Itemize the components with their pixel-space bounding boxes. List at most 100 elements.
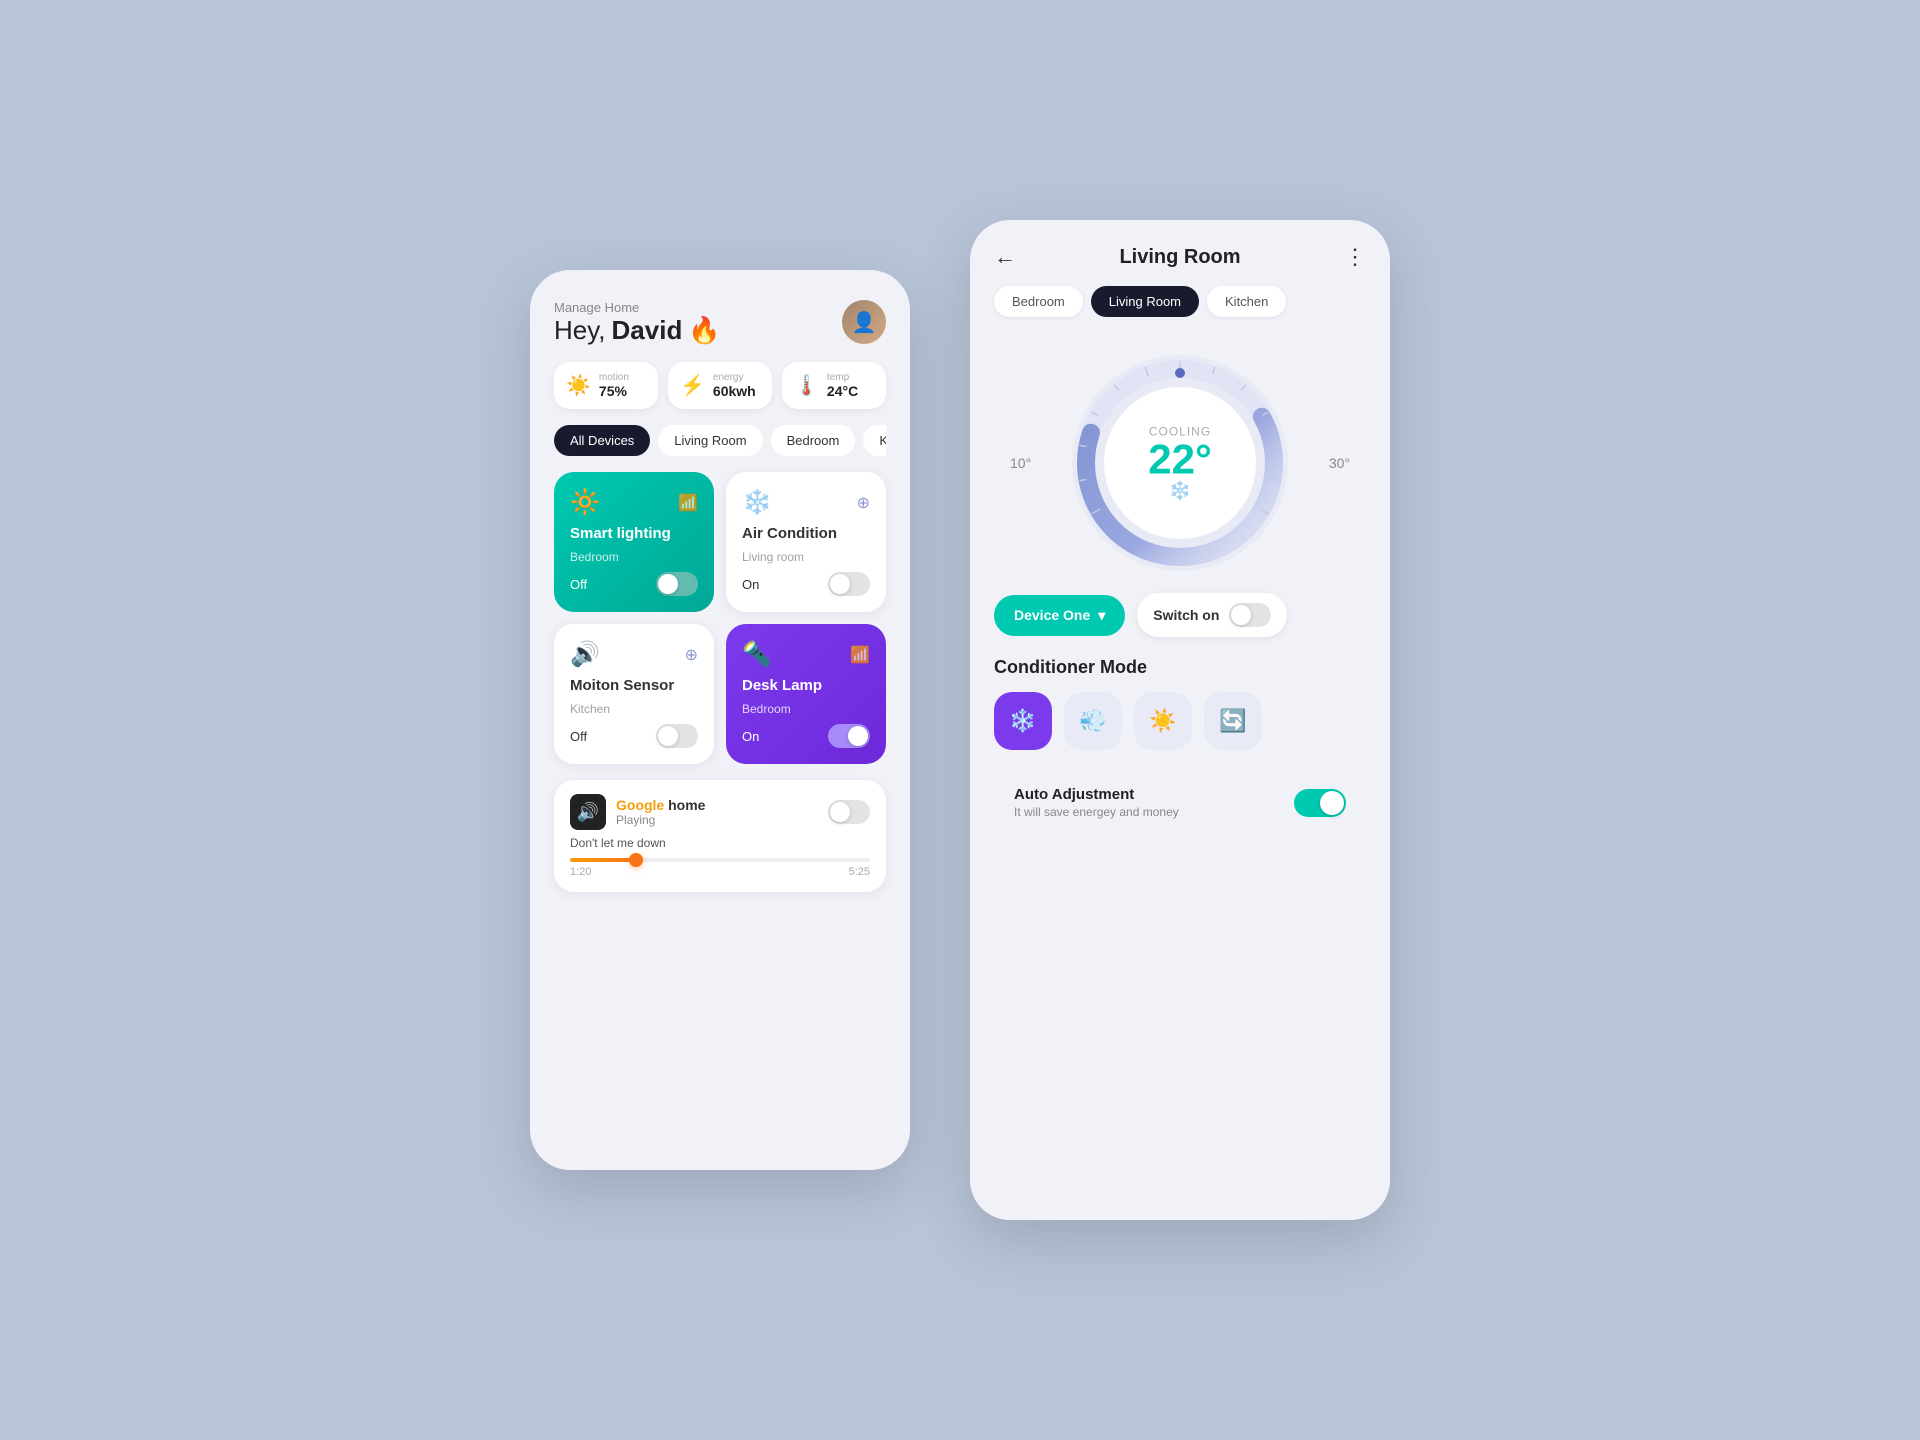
temp-label: temp <box>827 372 858 383</box>
left-phone: Manage Home Hey, David 🔥 👤 ☀️ motion 75%… <box>530 270 910 1170</box>
smart-lighting-icon: 🔆 <box>570 488 600 517</box>
google-home-icon: 🔊 <box>570 794 606 830</box>
motion-sensor-toggle-thumb <box>658 726 678 746</box>
motion-sensor-status: Off <box>570 729 587 744</box>
mode-buttons: ❄️ 💨 ☀️ 🔄 <box>970 692 1390 770</box>
temp-right-label: 30° <box>1329 455 1350 471</box>
air-condition-toggle-thumb <box>830 574 850 594</box>
air-condition-bt-icon: ⊕ <box>857 493 870 513</box>
energy-label: energy <box>713 372 756 383</box>
auto-adjustment-card: Auto Adjustment It will save energey and… <box>994 770 1366 835</box>
device-select-button[interactable]: Device One ▾ <box>994 595 1125 636</box>
motion-sensor-bt-icon: ⊕ <box>685 645 698 665</box>
auto-adj-desc: It will save energey and money <box>1014 805 1179 819</box>
smart-lighting-name: Smart lighting <box>570 525 698 542</box>
device-smart-lighting[interactable]: 🔆 📶 Smart lighting Bedroom Off <box>554 472 714 612</box>
device-desk-lamp[interactable]: 🔦 📶 Desk Lamp Bedroom On <box>726 624 886 764</box>
motion-sensor-room: Kitchen <box>570 702 698 716</box>
switch-on-toggle[interactable] <box>1229 603 1271 627</box>
right-header: ← Living Room ⋮ <box>970 220 1390 286</box>
thermostat-dial[interactable]: COOLING 22° ❄️ <box>1070 353 1290 573</box>
switch-on-label: Switch on <box>1153 607 1219 623</box>
tab-kitchen[interactable]: Kitchen <box>1207 286 1286 317</box>
google-home-track: Don't let me down <box>570 836 870 850</box>
motion-value: 75% <box>599 383 629 399</box>
temp-display: 22° <box>1148 439 1212 481</box>
time-current: 1:20 <box>570 866 591 878</box>
smart-lighting-status: Off <box>570 577 587 592</box>
tab-bedroom[interactable]: Bedroom <box>994 286 1083 317</box>
device-one-label: Device One <box>1014 607 1090 623</box>
stats-row: ☀️ motion 75% ⚡ energy 60kwh 🌡️ temp 24°… <box>554 362 886 409</box>
motion-sensor-name: Moiton Sensor <box>570 677 698 694</box>
desk-lamp-room: Bedroom <box>742 702 870 716</box>
motion-sensor-toggle[interactable] <box>656 724 698 748</box>
tab-living-room[interactable]: Living Room <box>658 425 762 456</box>
switch-on-row: Switch on <box>1137 593 1287 637</box>
google-home-playing: Playing <box>616 813 705 827</box>
mode-sun-button[interactable]: ☀️ <box>1134 692 1192 750</box>
auto-adj-title: Auto Adjustment <box>1014 786 1179 803</box>
temp-left-label: 10° <box>1010 455 1031 471</box>
room-tabs: Bedroom Living Room Kitchen <box>970 286 1390 333</box>
device-motion-sensor[interactable]: 🔊 ⊕ Moiton Sensor Kitchen Off <box>554 624 714 764</box>
stat-temp: 🌡️ temp 24°C <box>782 362 886 409</box>
desk-lamp-name: Desk Lamp <box>742 677 870 694</box>
mode-wind-button[interactable]: 💨 <box>1064 692 1122 750</box>
smart-lighting-toggle[interactable] <box>656 572 698 596</box>
flame-emoji: 🔥 <box>688 315 720 346</box>
snowflake-icon: ❄️ <box>1148 481 1212 502</box>
tab-kitchen[interactable]: K... <box>863 425 886 456</box>
user-name: David <box>612 315 683 346</box>
filter-tabs: All Devices Living Room Bedroom K... <box>554 425 886 456</box>
motion-label: motion <box>599 372 629 383</box>
avatar[interactable]: 👤 <box>842 300 886 344</box>
smart-lighting-wifi-icon: 📶 <box>678 493 698 513</box>
air-condition-icon: ❄️ <box>742 488 772 517</box>
manage-label: Manage Home <box>554 300 721 315</box>
more-options-button[interactable]: ⋮ <box>1344 244 1366 270</box>
tab-all-devices[interactable]: All Devices <box>554 425 650 456</box>
mode-freeze-button[interactable]: ❄️ <box>994 692 1052 750</box>
back-button[interactable]: ← <box>994 244 1016 270</box>
greeting-title: Hey, David 🔥 <box>554 315 721 346</box>
switch-on-toggle-thumb <box>1231 605 1251 625</box>
stat-motion: ☀️ motion 75% <box>554 362 658 409</box>
air-condition-status: On <box>742 577 759 592</box>
desk-lamp-wifi-icon: 📶 <box>850 645 870 665</box>
device-air-condition[interactable]: ❄️ ⊕ Air Condition Living room On <box>726 472 886 612</box>
smart-lighting-toggle-thumb <box>658 574 678 594</box>
chevron-down-icon: ▾ <box>1098 607 1105 624</box>
temp-icon: 🌡️ <box>794 373 819 398</box>
desk-lamp-toggle[interactable] <box>828 724 870 748</box>
air-condition-toggle[interactable] <box>828 572 870 596</box>
energy-icon: ⚡ <box>680 373 705 398</box>
device-control-row: Device One ▾ Switch on <box>970 593 1390 657</box>
desk-lamp-toggle-thumb <box>848 726 868 746</box>
google-home-toggle-thumb <box>830 802 850 822</box>
right-phone: ← Living Room ⋮ Bedroom Living Room Kitc… <box>970 220 1390 1220</box>
desk-lamp-status: On <box>742 729 759 744</box>
tab-living-room[interactable]: Living Room <box>1091 286 1199 317</box>
progress-fill <box>570 858 636 862</box>
progress-bar[interactable] <box>570 858 870 862</box>
smart-lighting-room: Bedroom <box>570 550 698 564</box>
desk-lamp-icon: 🔦 <box>742 640 772 669</box>
page-title: Living Room <box>1119 246 1240 269</box>
progress-dot <box>629 853 643 867</box>
thermostat-container: 20° 10° 30° <box>970 333 1390 593</box>
google-home-card[interactable]: 🔊 Google home Playing Don't let me down … <box>554 780 886 892</box>
mode-cycle-button[interactable]: 🔄 <box>1204 692 1262 750</box>
motion-sensor-icon: 🔊 <box>570 640 600 669</box>
header: Manage Home Hey, David 🔥 👤 <box>554 300 886 346</box>
air-condition-name: Air Condition <box>742 525 870 542</box>
time-total: 5:25 <box>849 866 870 878</box>
tab-bedroom[interactable]: Bedroom <box>771 425 856 456</box>
conditioner-mode-title: Conditioner Mode <box>970 657 1390 692</box>
auto-adj-toggle-thumb <box>1320 791 1344 815</box>
air-condition-room: Living room <box>742 550 870 564</box>
google-home-name: Google home <box>616 797 705 813</box>
devices-grid: 🔆 📶 Smart lighting Bedroom Off ❄️ ⊕ Air … <box>554 472 886 764</box>
google-home-toggle[interactable] <box>828 800 870 824</box>
auto-adj-toggle[interactable] <box>1294 789 1346 817</box>
